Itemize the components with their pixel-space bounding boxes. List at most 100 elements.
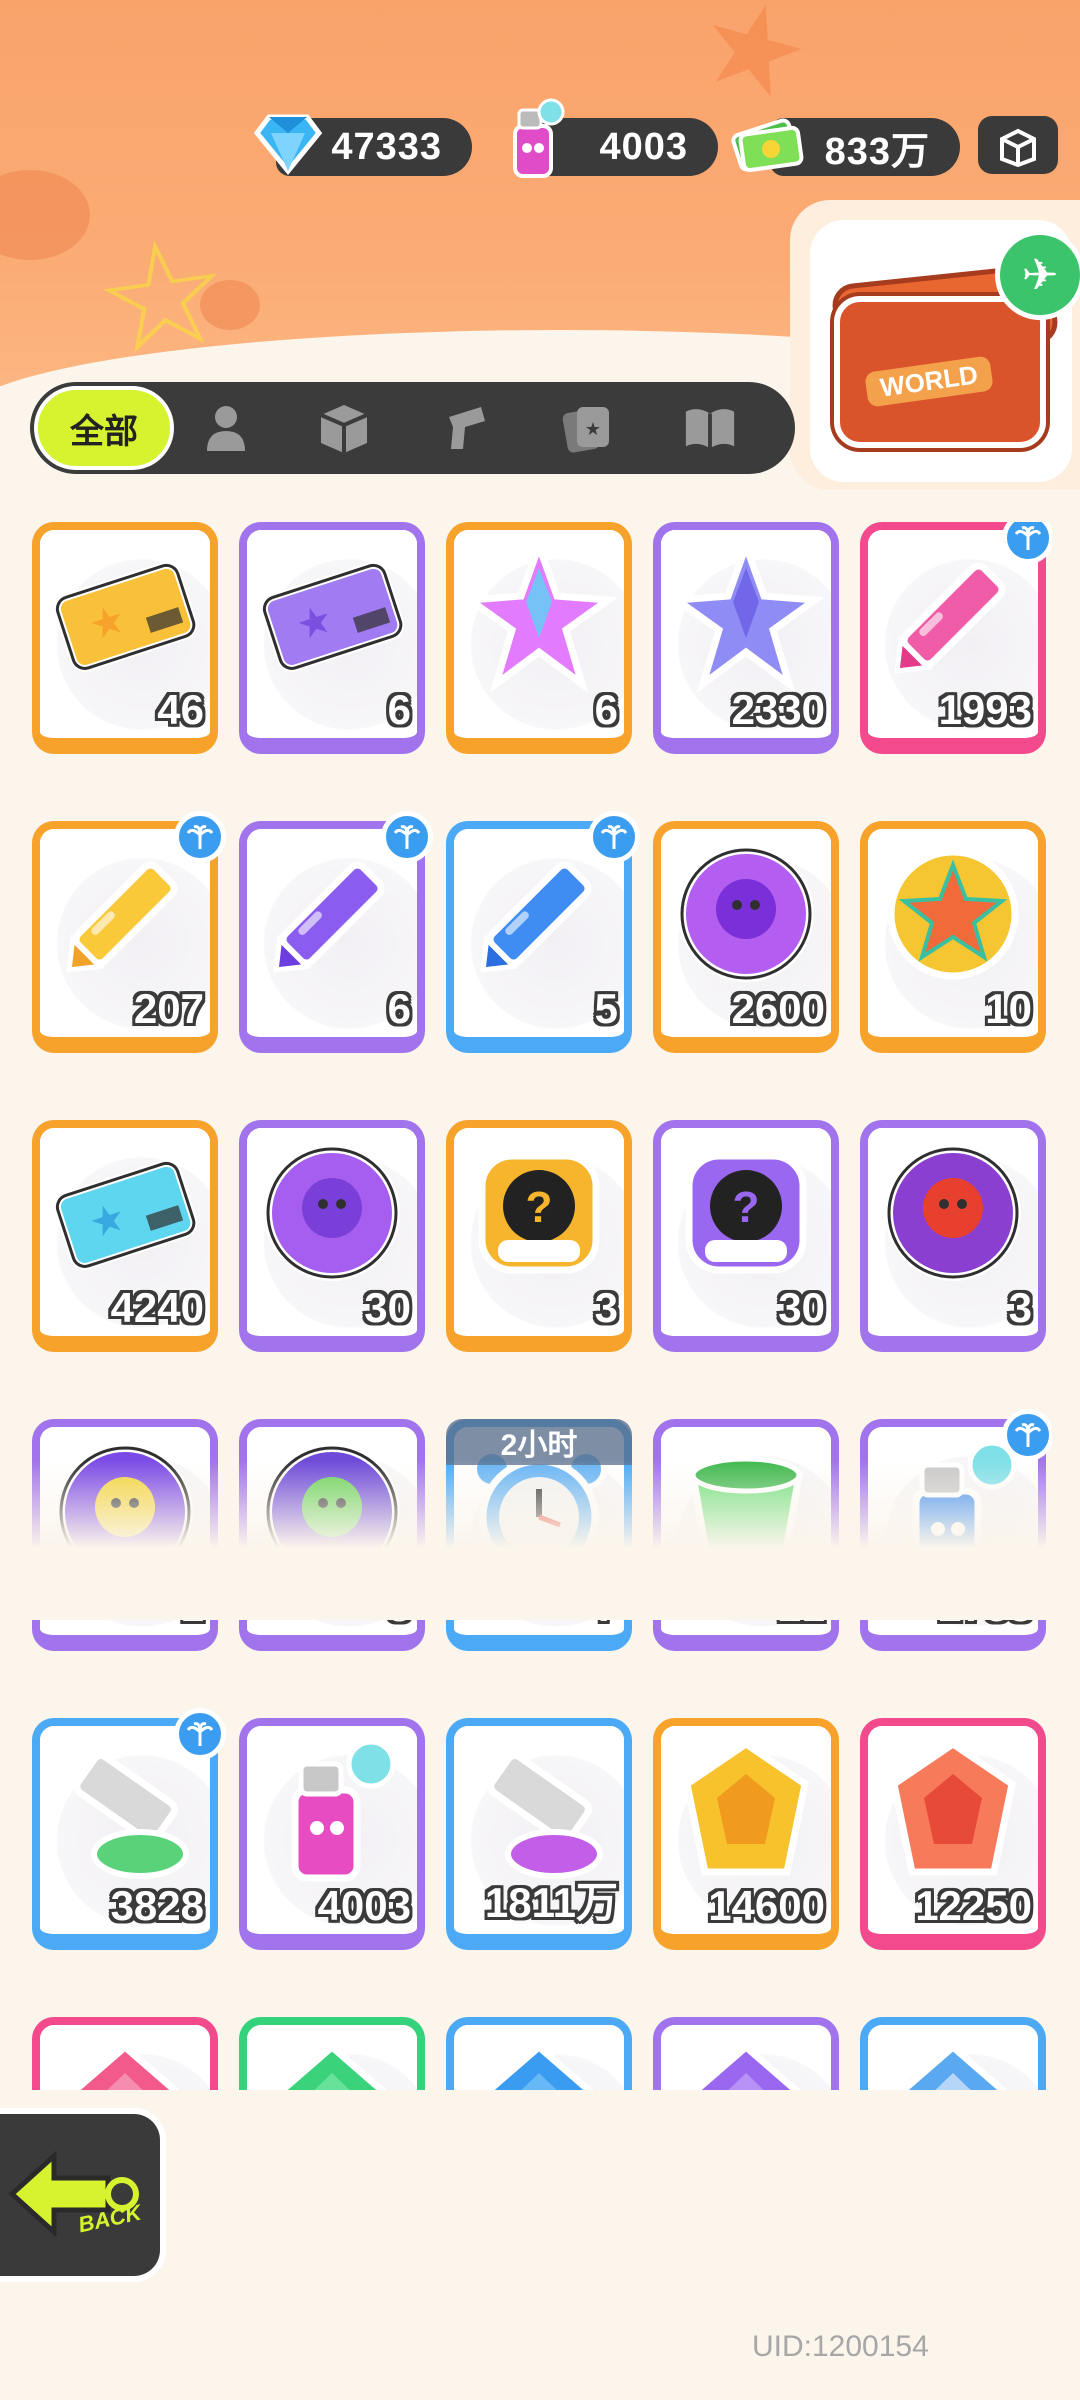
world-chest-button[interactable]: WORLD ✈ — [790, 200, 1080, 490]
pink-item-icon — [48, 2033, 202, 2090]
green-item-icon — [255, 2033, 409, 2090]
item-card[interactable]: ★ 6 — [239, 522, 425, 754]
item-card[interactable]: 207 — [32, 811, 226, 1053]
item-card[interactable] — [446, 2017, 632, 2090]
item-count: 5 — [594, 985, 618, 1032]
gift-box-icon — [1000, 128, 1036, 167]
currency-spray-value: 4003 — [599, 125, 688, 168]
decor-blob — [0, 170, 90, 260]
item-count: 3828 — [110, 1882, 204, 1929]
tab-book[interactable] — [682, 400, 738, 456]
purple-item-icon — [669, 2033, 823, 2090]
item-card[interactable]: ★ 46 — [32, 522, 218, 754]
item-count: 1811万 — [484, 1879, 618, 1926]
item-count: 30 — [778, 1284, 825, 1331]
rainbow-paint-tube-icon — [48, 1734, 202, 1888]
item-count: 10 — [985, 985, 1032, 1032]
item-count: 2600 — [731, 985, 825, 1032]
item-count: 4003 — [317, 1882, 411, 1929]
tab-all[interactable]: 全部 — [34, 386, 174, 470]
item-count: 12250 — [915, 1882, 1032, 1929]
menu-button[interactable] — [978, 116, 1058, 174]
item-card[interactable] — [860, 2017, 1046, 2090]
diamond-icon — [248, 104, 328, 184]
spray-gun-icon — [449, 407, 485, 449]
box-icon — [320, 405, 368, 453]
category-tabs: 全部 ★ — [30, 382, 795, 474]
ticket-gold-icon: ★ — [48, 538, 202, 692]
purple-crayon-icon — [255, 837, 409, 991]
item-card[interactable] — [239, 2017, 425, 2090]
item-timer-label: 2小时 — [446, 1419, 632, 1465]
item-card[interactable]: ? 3 — [446, 1120, 632, 1352]
mystery-deity-gold-icon: ? — [462, 1136, 616, 1290]
season-ticket-icon: ★ — [48, 1136, 202, 1290]
mpety-fish-orb-icon — [876, 1136, 1030, 1290]
palm-tree-badge-icon — [174, 811, 226, 863]
item-count: 6 — [387, 686, 411, 733]
gold-gem-icon — [669, 1734, 823, 1888]
ticket-purple-icon: ★ — [255, 538, 409, 692]
item-count: 3 — [594, 1284, 618, 1331]
item-card[interactable]: 6 — [239, 811, 433, 1053]
item-count: 2330 — [731, 686, 825, 733]
item-count: 6 — [594, 686, 618, 733]
item-card[interactable]: 2600 — [653, 821, 839, 1053]
item-grid: ★46★662330199320765260010★424030?3?30313… — [32, 522, 1052, 2090]
item-card[interactable]: 5 — [446, 811, 640, 1053]
person-icon — [207, 406, 245, 451]
item-count: 3 — [1008, 1284, 1032, 1331]
item-card[interactable]: ★ 4240 — [32, 1120, 218, 1352]
currency-diamond-value: 47333 — [331, 125, 442, 168]
item-card[interactable] — [32, 2017, 218, 2090]
mystery-egg-icon — [255, 1136, 409, 1290]
cool-badge-icon — [669, 837, 823, 991]
money-icon — [728, 104, 808, 184]
item-card[interactable]: 3 — [860, 1120, 1046, 1352]
pink-spray-can-icon — [255, 1734, 409, 1888]
uid-label: UID:1200154 — [752, 2330, 929, 2363]
palm-tree-badge-icon — [588, 811, 640, 863]
item-count: 30 — [364, 1284, 411, 1331]
item-card[interactable]: 3828 — [32, 1708, 226, 1950]
purple-star-icon — [667, 535, 825, 694]
item-card[interactable] — [653, 2017, 839, 2090]
grid-fade — [0, 1460, 1080, 1620]
spray-can-icon — [494, 98, 574, 180]
item-card[interactable]: 2330 — [653, 522, 839, 754]
tab-cards[interactable]: ★ — [560, 400, 616, 456]
pink-crayon-icon — [876, 538, 1030, 692]
tab-box[interactable] — [316, 400, 372, 456]
item-card[interactable]: 12250 — [860, 1718, 1046, 1950]
svg-text:?: ? — [733, 1183, 760, 1232]
item-count: 6 — [387, 985, 411, 1032]
item-card[interactable]: 1993 — [860, 522, 1052, 754]
back-arrow-icon — [8, 2150, 139, 2238]
item-count: 1993 — [938, 686, 1032, 733]
item-count: 46 — [157, 686, 204, 733]
item-count: 207 — [133, 985, 204, 1032]
item-card[interactable]: 1811万 — [446, 1718, 632, 1950]
svg-text:★: ★ — [585, 419, 601, 439]
item-card[interactable]: 6 — [446, 522, 632, 754]
star-sticker-icon — [876, 837, 1030, 991]
tab-person[interactable] — [198, 400, 254, 456]
item-card[interactable]: 10 — [860, 821, 1046, 1053]
palm-tree-badge-icon — [1002, 1409, 1052, 1461]
item-card[interactable]: 4003 — [239, 1718, 425, 1950]
svg-text:?: ? — [526, 1183, 553, 1232]
back-button[interactable]: BACK — [0, 2114, 160, 2276]
item-card[interactable]: 14600 — [653, 1718, 839, 1950]
blue-card-icon — [876, 2033, 1030, 2090]
cards-icon: ★ — [562, 407, 609, 453]
item-count: 14600 — [708, 1882, 825, 1929]
item-card[interactable]: 30 — [239, 1120, 425, 1352]
purple-paint-tube-icon — [462, 1734, 616, 1888]
blue-crayon-icon — [462, 837, 616, 991]
palm-tree-badge-icon — [381, 811, 433, 863]
rainbow-star-icon — [460, 535, 618, 694]
yellow-crayon-icon — [48, 837, 202, 991]
tab-spray-gun[interactable] — [438, 400, 494, 456]
book-icon — [685, 409, 735, 449]
item-card[interactable]: ? 30 — [653, 1120, 839, 1352]
